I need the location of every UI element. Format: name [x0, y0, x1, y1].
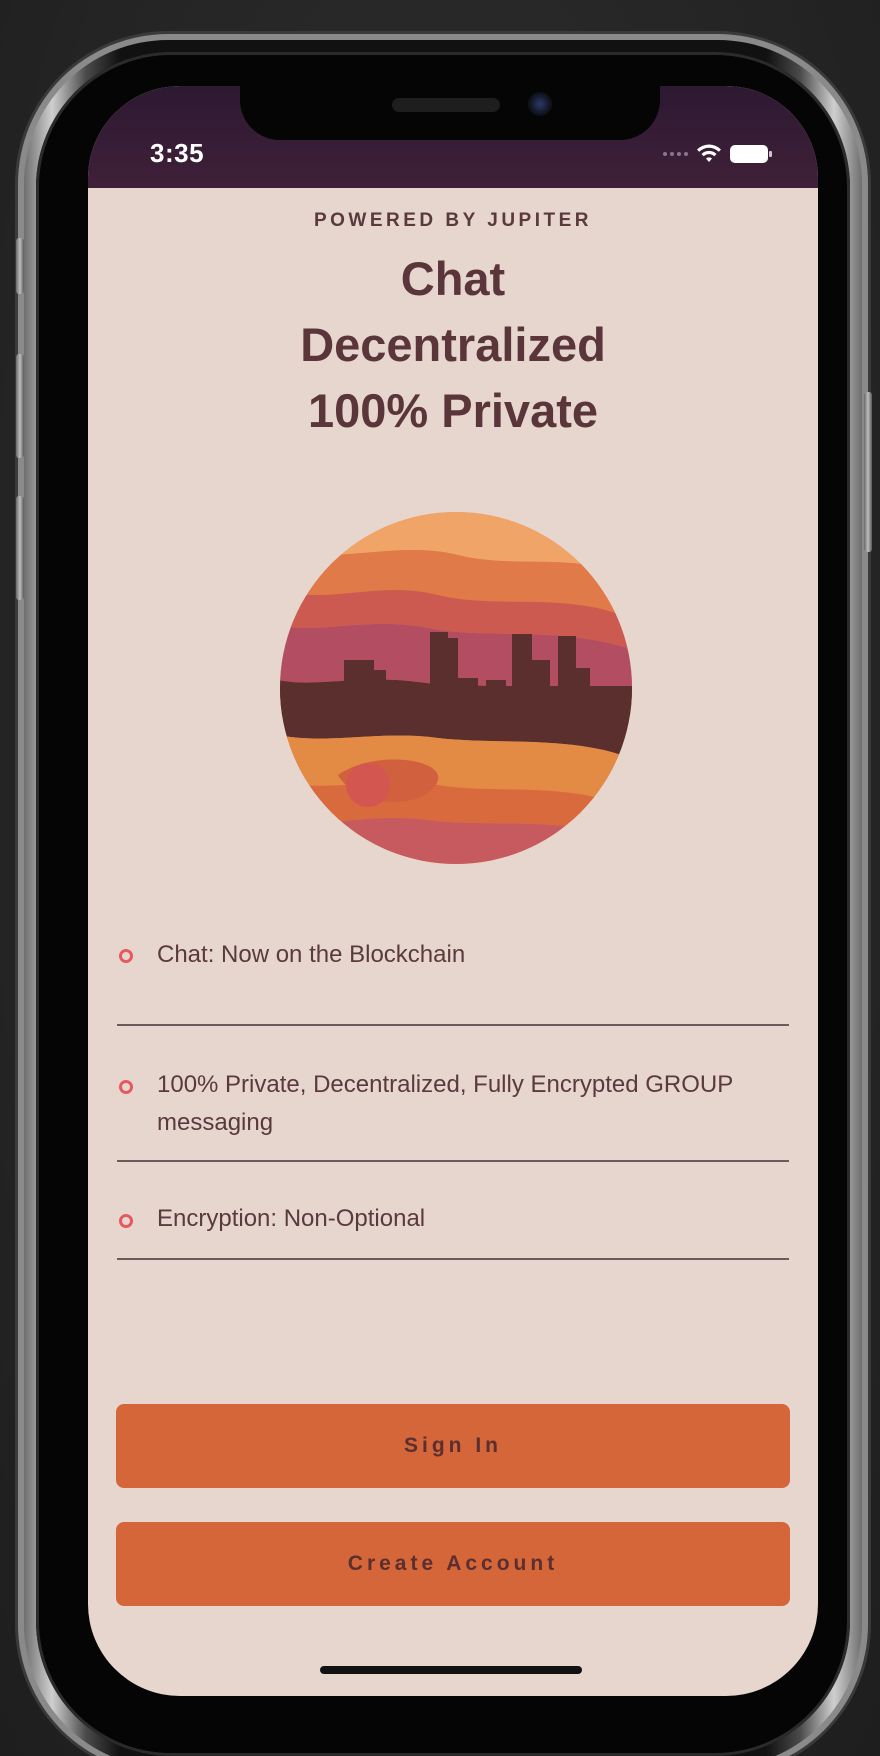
jupiter-logo-icon	[278, 510, 634, 866]
bullet-icon	[119, 949, 133, 963]
power-button	[864, 392, 872, 552]
status-time: 3:35	[150, 138, 205, 168]
wifi-icon	[697, 144, 721, 162]
feature-text: 100% Private, Decentralized, Fully Encry…	[157, 1071, 733, 1136]
feature-text: Chat: Now on the Blockchain	[157, 941, 466, 968]
list-item: Chat: Now on the Blockchain	[117, 926, 789, 1026]
bullet-icon	[119, 1080, 133, 1094]
mute-switch	[16, 238, 24, 294]
headline-line-2: Decentralized	[300, 318, 606, 371]
speaker-grille	[392, 98, 500, 112]
notch	[240, 86, 660, 140]
headline-line-1: Chat	[400, 252, 506, 305]
volume-up-button	[16, 354, 24, 458]
bullet-icon	[119, 1214, 133, 1228]
status-icons	[663, 144, 772, 164]
front-camera	[528, 92, 552, 116]
headline-line-3: 100% Private	[307, 384, 599, 437]
list-item: 100% Private, Decentralized, Fully Encry…	[117, 1026, 789, 1162]
feature-list: Chat: Now on the Blockchain 100% Private…	[117, 926, 789, 1260]
create-account-button[interactable]: Create Account	[116, 1522, 790, 1606]
list-item: Encryption: Non-Optional	[117, 1162, 789, 1260]
powered-by-label: POWERED BY JUPITER	[313, 210, 593, 231]
app-screen: 3:35 POWERED BY JUPITER Chat Decentraliz…	[88, 86, 818, 1696]
home-indicator[interactable]	[320, 1666, 582, 1674]
feature-text: Encryption: Non-Optional	[157, 1205, 426, 1232]
battery-icon	[730, 145, 772, 163]
volume-down-button	[16, 496, 24, 600]
sign-in-button[interactable]: Sign In	[116, 1404, 790, 1488]
headline: Chat Decentralized 100% Private	[88, 246, 818, 444]
planet-city-illustration	[280, 512, 632, 864]
signal-icon	[663, 152, 688, 156]
